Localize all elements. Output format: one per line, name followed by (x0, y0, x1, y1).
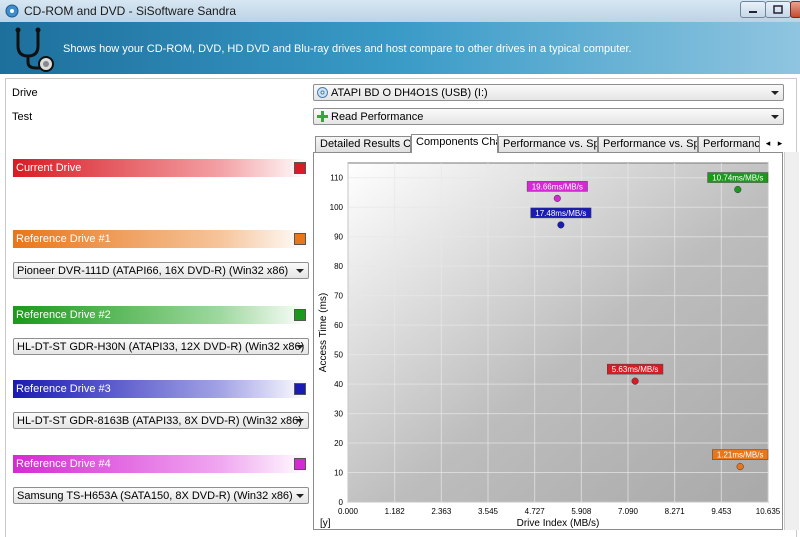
reference-drive-4-value: Samsung TS-H653A (SATA150, 8X DVD-R) (Wi… (17, 490, 293, 502)
x-tick-label: 10.635 (756, 507, 781, 516)
reference-drive-1-select[interactable]: Pioneer DVR-111D (ATAPI66, 16X DVD-R) (W… (13, 262, 309, 279)
data-label: 5.63ms/MB/s (612, 365, 659, 374)
maximize-button[interactable] (765, 1, 791, 18)
y-axis-title: Access Time (ms) (318, 293, 329, 372)
data-label: 19.66ms/MB/s (532, 182, 583, 191)
tab-label: Detailed Results Chart (320, 138, 411, 150)
tab-label: Performance vs. Speed (603, 138, 697, 150)
y-tick-label: 70 (334, 292, 343, 301)
tab-scroll-right-icon[interactable]: ▸ (774, 137, 786, 150)
reference-drive-3-label: Reference Drive #3 (16, 383, 111, 395)
x-tick-label: 7.090 (618, 507, 639, 516)
data-label: 1.21ms/MB/s (717, 451, 764, 460)
reference-drive-1-label: Reference Drive #1 (16, 233, 111, 245)
data-point-marker (557, 221, 565, 229)
data-label: 10.74ms/MB/s (712, 174, 763, 183)
components-chart-frame: 0 10 20 30 40 50 60 70 80 90 100 110 0.000 1.182 2.363… (313, 152, 783, 530)
tab-label: Components Chart (416, 136, 497, 148)
x-tick-label: 4.727 (525, 507, 546, 516)
test-label: Test (12, 111, 33, 123)
chevron-down-icon (296, 269, 304, 273)
minimize-icon (749, 11, 757, 13)
reference-drive-3-color-swatch (294, 383, 306, 395)
chevron-down-icon (771, 115, 779, 119)
reference-drive-2-legend: Reference Drive #2 (13, 306, 308, 324)
tab-performance-vs-3[interactable]: Performance v (698, 136, 760, 152)
y-tick-label: 20 (334, 439, 343, 448)
y-tick-label: 60 (334, 321, 343, 330)
y-tick-label: 10 (334, 469, 343, 478)
x-tick-label: 9.453 (711, 507, 732, 516)
chevron-down-icon (296, 419, 304, 423)
y-tick-label: 0 (339, 498, 344, 507)
reference-drive-4-label: Reference Drive #4 (16, 458, 111, 470)
reference-drive-4-color-swatch (294, 458, 306, 470)
reference-drive-1-value: Pioneer DVR-111D (ATAPI66, 16X DVD-R) (W… (17, 265, 289, 277)
reference-drive-1-color-swatch (294, 233, 306, 245)
x-tick-label: 1.182 (385, 507, 406, 516)
drive-select[interactable]: ATAPI BD O DH4O1S (USB) (I:) (313, 84, 784, 101)
current-drive-legend: Current Drive (13, 159, 308, 177)
data-point-marker (553, 194, 561, 202)
reference-drive-3-value: HL-DT-ST GDR-8163B (ATAPI33, 8X DVD-R) (… (17, 415, 302, 427)
y-tick-label: 80 (334, 262, 343, 271)
minimize-button[interactable] (740, 1, 766, 18)
scatter-chart: 0 10 20 30 40 50 60 70 80 90 100 110 0.000 1.182 2.363… (318, 162, 781, 529)
close-button[interactable] (790, 1, 800, 18)
y-tick-label: 30 (334, 410, 343, 419)
current-drive-color-swatch (294, 162, 306, 174)
vertical-scrollbar[interactable] (784, 152, 799, 530)
y-tick-label: 100 (330, 203, 344, 212)
reference-drive-1-legend: Reference Drive #1 (13, 230, 308, 248)
x-tick-label: 8.271 (665, 507, 686, 516)
tab-scroll-left-icon[interactable]: ◂ (762, 137, 774, 150)
reference-drive-2-color-swatch (294, 309, 306, 321)
x-axis-title: Drive Index (MB/s) (517, 518, 600, 529)
reference-drive-4-select[interactable]: Samsung TS-H653A (SATA150, 8X DVD-R) (Wi… (13, 487, 309, 504)
x-tick-label: 2.363 (431, 507, 452, 516)
reference-drive-3-select[interactable]: HL-DT-ST GDR-8163B (ATAPI33, 8X DVD-R) (… (13, 412, 309, 429)
plus-icon (317, 111, 328, 122)
header-banner: Shows how your CD-ROM, DVD, HD DVD and B… (0, 22, 800, 74)
tab-detailed-results-chart[interactable]: Detailed Results Chart (315, 136, 411, 152)
title-bar: CD-ROM and DVD - SiSoftware Sandra (0, 0, 800, 23)
reference-drive-4-legend: Reference Drive #4 (13, 455, 308, 473)
chevron-down-icon (296, 345, 304, 349)
x-tick-label: 3.545 (478, 507, 499, 516)
y-tick-label: 50 (334, 351, 343, 360)
disc-icon (317, 87, 328, 98)
app-icon (5, 4, 19, 18)
maximize-icon (773, 5, 783, 14)
test-select[interactable]: Read Performance (313, 108, 784, 125)
x-tick-label: 5.908 (571, 507, 592, 516)
test-select-value: Read Performance (331, 111, 424, 123)
y-tick-label: 40 (334, 380, 343, 389)
corner-label: [y] (320, 518, 331, 529)
y-tick-label: 110 (330, 174, 343, 183)
data-point-marker (736, 463, 744, 471)
tab-label: Performance vs. Speed (503, 138, 597, 150)
window-title: CD-ROM and DVD - SiSoftware Sandra (24, 4, 237, 18)
reference-drive-2-select[interactable]: HL-DT-ST GDR-H30N (ATAPI33, 12X DVD-R) (… (13, 338, 309, 355)
data-point-marker (631, 377, 639, 385)
y-tick-label: 90 (334, 233, 343, 242)
chevron-down-icon (771, 91, 779, 95)
reference-drive-3-legend: Reference Drive #3 (13, 380, 308, 398)
tab-label: Performance v (703, 138, 760, 150)
data-point-marker (734, 185, 742, 194)
chart-tabs: Detailed Results Chart Components Chart … (313, 134, 800, 153)
tab-performance-vs-speed-2[interactable]: Performance vs. Speed (598, 136, 698, 152)
reference-drive-2-label: Reference Drive #2 (16, 309, 111, 321)
stethoscope-icon (15, 27, 54, 72)
banner-description: Shows how your CD-ROM, DVD, HD DVD and B… (63, 43, 632, 55)
data-label: 17.48ms/MB/s (535, 209, 586, 218)
reference-drive-2-value: HL-DT-ST GDR-H30N (ATAPI33, 12X DVD-R) (… (17, 341, 305, 353)
chevron-down-icon (296, 494, 304, 498)
tab-performance-vs-speed-1[interactable]: Performance vs. Speed (498, 136, 598, 152)
x-tick-label: 0.000 (338, 507, 359, 516)
drive-select-value: ATAPI BD O DH4O1S (USB) (I:) (331, 87, 488, 99)
drive-label: Drive (12, 87, 38, 99)
current-drive-label: Current Drive (16, 162, 82, 174)
tab-components-chart[interactable]: Components Chart (411, 134, 498, 153)
